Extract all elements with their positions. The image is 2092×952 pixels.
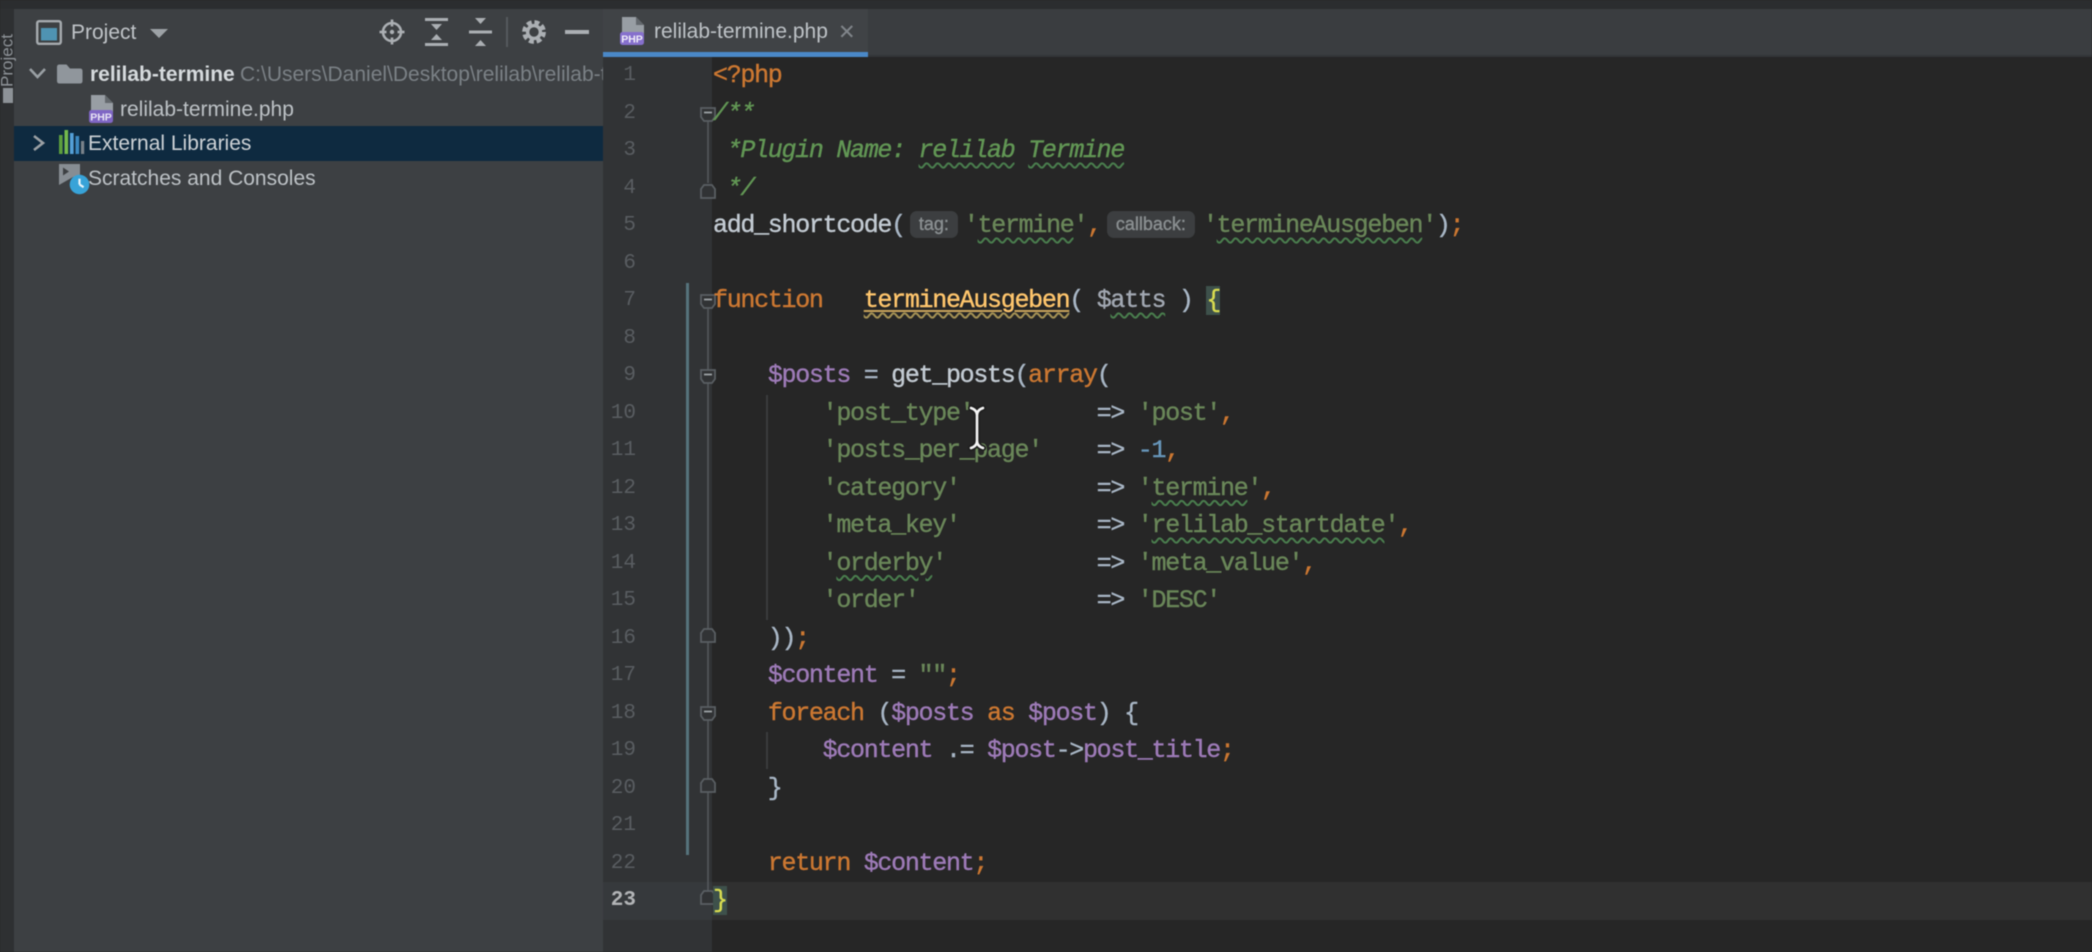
- svg-text:PHP: PHP: [621, 34, 643, 46]
- svg-text:PHP: PHP: [90, 112, 112, 124]
